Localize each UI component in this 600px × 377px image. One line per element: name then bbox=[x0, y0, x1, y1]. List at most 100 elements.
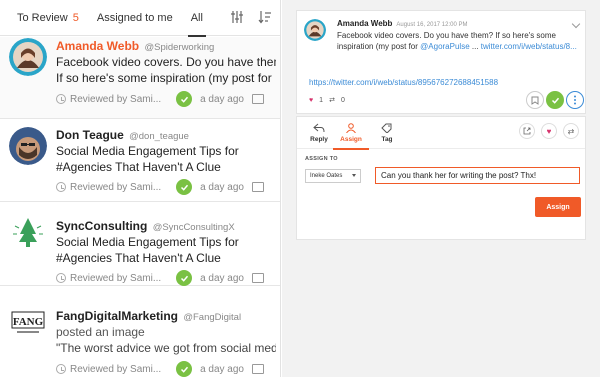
check-icon[interactable] bbox=[176, 361, 193, 377]
tab-label: Assigned to me bbox=[96, 11, 173, 24]
caret-down-icon bbox=[352, 174, 356, 177]
action-tabs: Reply Assign Tag ♥ ⇄ bbox=[297, 117, 585, 150]
bookmark-button[interactable] bbox=[526, 91, 544, 109]
mention-link[interactable]: @AgoraPulse bbox=[420, 42, 469, 51]
item-meta: Reviewed by Sami... a day ago bbox=[56, 270, 264, 286]
message-icon[interactable] bbox=[252, 364, 264, 374]
message-text: posted an image "The worst advice we got… bbox=[56, 324, 276, 356]
message-line: If so here's some inspiration (my post f… bbox=[56, 71, 272, 85]
retweet-button[interactable]: ⇄ bbox=[563, 123, 579, 139]
heart-icon: ♥ bbox=[546, 126, 552, 136]
reviewed-text: Reviewed by Sami... bbox=[70, 272, 162, 284]
author-line: Don Teague @don_teague bbox=[56, 128, 189, 142]
time-ago: a day ago bbox=[200, 272, 244, 284]
tab-count: 5 bbox=[72, 11, 79, 24]
tab-reply[interactable]: Reply bbox=[301, 123, 337, 143]
assign-to-label: ASSIGN TO bbox=[305, 156, 338, 162]
author-name[interactable]: Amanda Webb bbox=[56, 39, 139, 53]
clock-icon bbox=[56, 182, 66, 192]
message-line: "The worst advice we got from social med… bbox=[56, 341, 276, 355]
avatar bbox=[9, 127, 47, 165]
author-line: SyncConsulting @SyncConsultingX bbox=[56, 219, 235, 233]
message-text: Facebook video covers. Do you have them?… bbox=[56, 54, 276, 86]
list-tools bbox=[230, 10, 272, 24]
reviewed-text: Reviewed by Sami... bbox=[70, 363, 162, 375]
assignee-select[interactable]: Ineke Oates bbox=[305, 169, 361, 183]
message-icon[interactable] bbox=[252, 182, 264, 192]
bookmark-icon bbox=[531, 96, 539, 105]
inbox-panel: To Review 5 Assigned to me All Amanda We… bbox=[0, 0, 281, 377]
tab-label: Reply bbox=[310, 136, 328, 143]
post-date: August 16, 2017 12:00 PM bbox=[396, 22, 468, 28]
inbox-item[interactable]: SyncConsulting @SyncConsultingX Social M… bbox=[0, 202, 280, 286]
author-name[interactable]: Don Teague bbox=[56, 128, 124, 142]
mark-reviewed-button[interactable] bbox=[546, 91, 564, 109]
post-url[interactable]: https://twitter.com/i/web/status/8956762… bbox=[309, 78, 498, 87]
message-line: #Agencies That Haven't A Clue bbox=[56, 251, 221, 265]
tab-to-review[interactable]: To Review 5 bbox=[17, 0, 79, 36]
message-text: Social Media Engagement Tips for #Agenci… bbox=[56, 234, 276, 266]
open-external-button[interactable] bbox=[519, 123, 535, 139]
tab-assign[interactable]: Assign bbox=[333, 123, 369, 150]
more-options-button[interactable] bbox=[566, 91, 584, 109]
like-button[interactable]: ♥ bbox=[541, 123, 557, 139]
reviewed-text: Reviewed by Sami... bbox=[70, 181, 162, 193]
clock-icon bbox=[56, 273, 66, 283]
heart-icon[interactable]: ♥ bbox=[309, 97, 313, 104]
tab-label: To Review bbox=[17, 11, 68, 24]
avatar bbox=[9, 38, 47, 76]
assignee-value: Ineke Oates bbox=[310, 173, 343, 179]
item-meta: Reviewed by Sami... a day ago bbox=[56, 361, 264, 377]
inbox-item[interactable]: Don Teague @don_teague Social Media Enga… bbox=[0, 119, 280, 202]
assign-button[interactable]: Assign bbox=[535, 197, 581, 217]
author-name[interactable]: FangDigitalMarketing bbox=[56, 309, 178, 323]
chevron-down-icon[interactable] bbox=[571, 19, 581, 29]
check-icon[interactable] bbox=[176, 91, 193, 107]
message-icon[interactable] bbox=[252, 273, 264, 283]
post-body: Facebook video covers. Do you have them?… bbox=[337, 30, 577, 52]
tab-assigned-to-me[interactable]: Assigned to me bbox=[97, 0, 173, 36]
reviewed-text: Reviewed by Sami... bbox=[70, 93, 162, 105]
tab-all[interactable]: All bbox=[187, 0, 207, 37]
author-handle[interactable]: @SyncConsultingX bbox=[153, 222, 235, 233]
message-text: Social Media Engagement Tips for #Agenci… bbox=[56, 143, 276, 175]
inbox-item[interactable]: FANG FangDigitalMarketing @FangDigital p… bbox=[0, 287, 280, 377]
clock-icon bbox=[56, 364, 66, 374]
message-icon[interactable] bbox=[252, 94, 264, 104]
tag-icon bbox=[381, 123, 392, 133]
avatar bbox=[304, 19, 326, 41]
avatar: FANG bbox=[9, 304, 47, 342]
message-line: Social Media Engagement Tips for bbox=[56, 144, 239, 158]
post-author[interactable]: Amanda Webb bbox=[337, 19, 392, 28]
author-name[interactable]: SyncConsulting bbox=[56, 219, 147, 233]
more-vertical-icon bbox=[574, 95, 576, 105]
item-meta: Reviewed by Sami... a day ago bbox=[56, 91, 264, 107]
reviewed-status: Reviewed by Sami... bbox=[56, 273, 161, 284]
time-ago: a day ago bbox=[200, 363, 244, 375]
tab-label: Assign bbox=[340, 136, 362, 143]
post-ellipsis: ... bbox=[469, 42, 479, 51]
author-handle[interactable]: @Spiderworking bbox=[144, 42, 214, 53]
filter-sliders-icon[interactable] bbox=[230, 10, 244, 24]
item-meta: Reviewed by Sami... a day ago bbox=[56, 179, 264, 195]
sort-icon[interactable] bbox=[258, 10, 272, 24]
retweet-count: 0 bbox=[340, 96, 345, 104]
inbox-item[interactable]: Amanda Webb @Spiderworking Facebook vide… bbox=[0, 37, 280, 119]
retweet-icon[interactable]: ⇄ bbox=[329, 96, 335, 104]
check-icon[interactable] bbox=[176, 179, 193, 195]
message-line: Facebook video covers. Do you have them? bbox=[56, 55, 276, 69]
check-icon bbox=[551, 97, 559, 104]
reviewed-status: Reviewed by Sami... bbox=[56, 182, 161, 193]
author-handle[interactable]: @FangDigital bbox=[183, 312, 241, 323]
time-ago: a day ago bbox=[200, 181, 244, 193]
user-icon bbox=[346, 123, 356, 133]
tab-label: All bbox=[190, 11, 203, 24]
author-handle[interactable]: @don_teague bbox=[129, 131, 189, 142]
status-link[interactable]: twitter.com/i/web/status/8... bbox=[481, 42, 577, 51]
check-icon[interactable] bbox=[176, 270, 193, 286]
like-count: 1 bbox=[319, 96, 324, 104]
tab-tag[interactable]: Tag bbox=[369, 123, 405, 143]
assign-message-input[interactable] bbox=[375, 167, 580, 184]
clock-icon bbox=[56, 94, 66, 104]
message-line: #Agencies That Haven't A Clue bbox=[56, 160, 221, 174]
